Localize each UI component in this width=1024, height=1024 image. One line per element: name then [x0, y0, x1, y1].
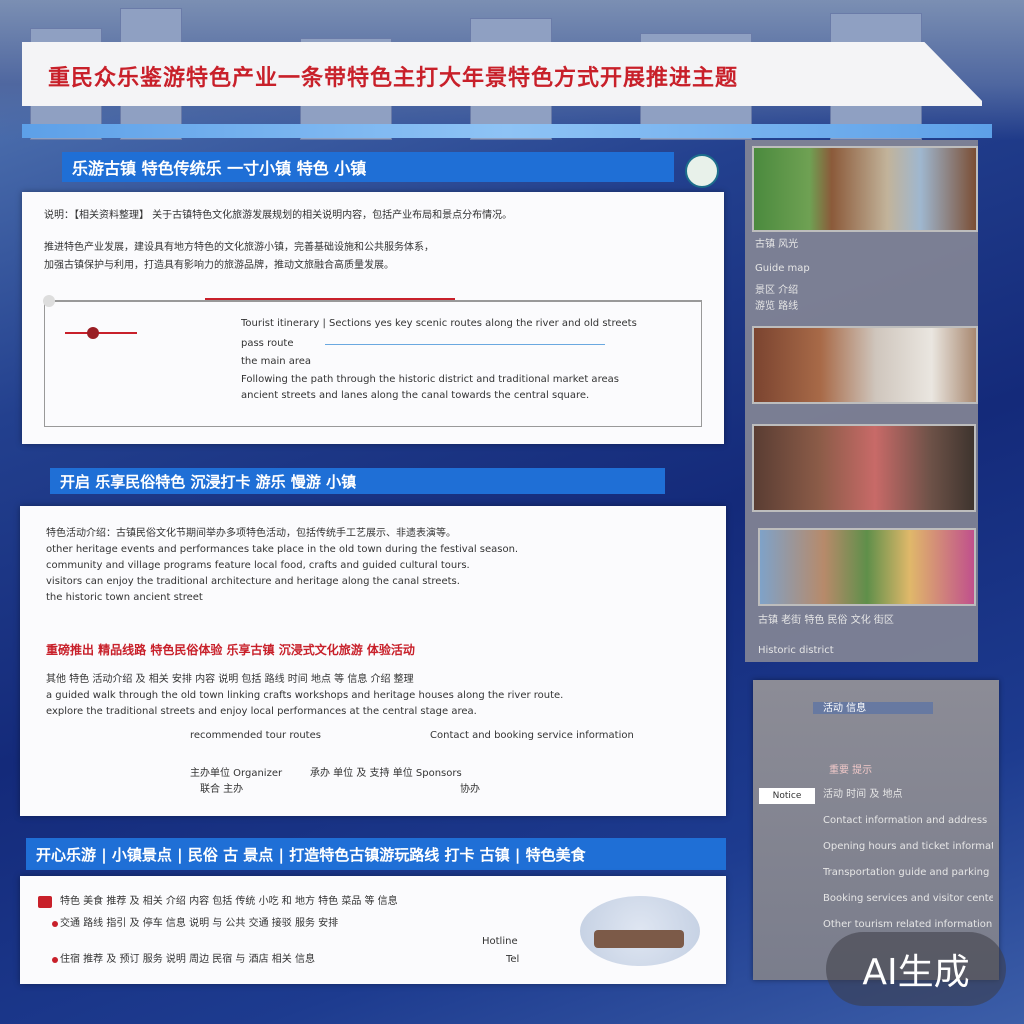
- bullet-icon: [52, 957, 58, 963]
- route-timeline-box: Tourist itinerary | Sections yes key sce…: [43, 295, 702, 427]
- list-item: 住宿 推荐 及 预订 服务 说明 周边 民宿 与 酒店 相关 信息: [60, 954, 315, 965]
- info-sub: 重要 提示: [829, 765, 873, 776]
- timeline-divider: [325, 344, 605, 345]
- ai-generated-badge: AI生成: [826, 932, 1006, 1006]
- section2-subheading: 重磅推出 精品线路 特色民俗体验 乐享古镇 沉浸式文化旅游 体验活动: [46, 643, 415, 657]
- photo-caption: 古镇 风光: [755, 239, 799, 250]
- text-line: 说明：【相关资料整理】 关于古镇特色文化旅游发展规划的相关说明内容，包括产业布局…: [44, 210, 513, 221]
- hotline-label: Hotline: [482, 936, 518, 947]
- footer-co-organizer: 联合 主办: [200, 784, 244, 795]
- photo-caption: 古镇 老街 特色 民俗 文化 街区: [758, 615, 894, 626]
- info-row: Contact information and address: [823, 815, 988, 826]
- landmark-illustration: [580, 896, 700, 966]
- photo-caption: Guide map: [755, 263, 810, 274]
- tel-label: Tel: [506, 954, 520, 965]
- info-row: Opening hours and ticket information: [823, 841, 993, 852]
- list-item: 特色 美食 推荐 及 相关 介绍 内容 包括 传统 小吃 和 地方 特色 菜品 …: [60, 896, 398, 907]
- boat-shape: [594, 930, 684, 948]
- timeline-node: [43, 295, 55, 307]
- section1-panel: 说明：【相关资料整理】 关于古镇特色文化旅游发展规划的相关说明内容，包括产业布局…: [22, 192, 724, 444]
- timeline-text: Tourist itinerary | Sections yes key sce…: [241, 318, 637, 329]
- text-line: 其他 特色 活动介绍 及 相关 安排 内容 说明 包括 路线 时间 地点 等 信…: [46, 674, 414, 685]
- footer-assist: 协办: [460, 784, 480, 795]
- timeline-segment: [205, 298, 455, 300]
- text-line: a guided walk through the old town linki…: [46, 690, 564, 701]
- text-line: other heritage events and performances t…: [46, 544, 519, 555]
- photo-caption: Historic district: [758, 645, 834, 656]
- emblem-icon: [685, 154, 719, 188]
- photo-street-view: [752, 146, 978, 232]
- marker-line: [65, 332, 137, 334]
- text-line: community and village programs feature l…: [46, 560, 470, 571]
- info-row: Other tourism related information: [823, 919, 993, 930]
- section3-heading: 开心乐游 | 小镇景点 | 民俗 古 景点 | 打造特色古镇游玩路线 打卡 古镇…: [26, 838, 726, 870]
- text-line: explore the traditional streets and enjo…: [46, 706, 477, 717]
- photo-shop-front: [752, 326, 978, 404]
- list-item: 交通 路线 指引 及 停车 信息 说明 与 公共 交通 接驳 服务 安排: [60, 918, 339, 929]
- text-line: 特色活动介绍：古镇民俗文化节期间举办多项特色活动，包括传统手工艺展示、非遗表演等…: [46, 528, 456, 539]
- timeline-text: Following the path through the historic …: [241, 374, 619, 385]
- photo-caption: 景区 介绍: [755, 285, 799, 296]
- info-row: Transportation guide and parking service: [823, 867, 993, 878]
- info-heading: 活动 信息: [823, 703, 867, 714]
- photo-market-street: [752, 424, 976, 512]
- timeline-text: the main area: [241, 356, 312, 367]
- location-marker-icon: [87, 327, 99, 339]
- note-left: recommended tour routes: [190, 730, 321, 741]
- mail-icon: [38, 896, 52, 908]
- section2-heading: 开启 乐享民俗特色 沉浸打卡 游乐 慢游 小镇: [50, 468, 665, 494]
- note-right: Contact and booking service information: [430, 730, 634, 741]
- footer-sponsors: 承办 单位 及 支持 单位 Sponsors: [310, 768, 462, 779]
- text-line: the historic town ancient street: [46, 592, 203, 603]
- notice-label: Notice: [759, 788, 815, 804]
- bullet-icon: [52, 921, 58, 927]
- section1-heading: 乐游古镇 特色传统乐 一寸小镇 特色 小镇: [62, 152, 674, 182]
- page-title: 重民众乐鉴游特色产业一条带特色主打大年景特色方式开展推进主题: [48, 65, 739, 91]
- section3-panel: 特色 美食 推荐 及 相关 介绍 内容 包括 传统 小吃 和 地方 特色 菜品 …: [20, 876, 726, 984]
- photo-flower-shop: [758, 528, 976, 606]
- section2-panel: 特色活动介绍：古镇民俗文化节期间举办多项特色活动，包括传统手工艺展示、非遗表演等…: [20, 506, 726, 816]
- decorative-stripe: [22, 124, 992, 138]
- timeline-text: ancient streets and lanes along the cana…: [241, 390, 590, 401]
- photo-caption: 游览 路线: [755, 301, 799, 312]
- text-line: 推进特色产业发展，建设具有地方特色的文化旅游小镇，完善基础设施和公共服务体系，: [44, 242, 434, 253]
- info-row: Booking services and visitor center: [823, 893, 993, 904]
- info-row: 活动 时间 及 地点: [823, 789, 903, 800]
- text-line: 加强古镇保护与利用，打造具有影响力的旅游品牌，推动文旅融合高质量发展。: [44, 260, 394, 271]
- text-line: visitors can enjoy the traditional archi…: [46, 576, 460, 587]
